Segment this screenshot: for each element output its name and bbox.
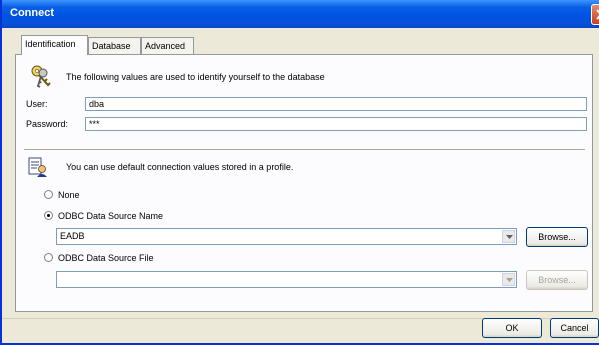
dsn-combo[interactable]: EADB: [56, 228, 517, 245]
connect-dialog: Connect Identification Database Advanced…: [0, 0, 599, 345]
radio-odbc-file-label[interactable]: ODBC Data Source File: [58, 253, 154, 263]
chevron-down-icon: [506, 278, 513, 282]
cancel-button[interactable]: Cancel: [550, 318, 599, 338]
tab-database[interactable]: Database: [88, 37, 141, 54]
tab-advanced[interactable]: Advanced: [141, 37, 194, 54]
profile-document-icon: [28, 157, 47, 177]
close-icon: [596, 9, 599, 20]
window-title: Connect: [10, 7, 54, 19]
section-divider: [24, 149, 585, 151]
radio-none-label[interactable]: None: [58, 190, 80, 200]
user-label: User:: [26, 99, 48, 109]
dsn-file-combo[interactable]: [56, 271, 517, 288]
radio-odbc-file[interactable]: [44, 253, 53, 262]
profile-description: You can use default connection values st…: [66, 162, 294, 172]
identification-description: The following values are used to identif…: [66, 72, 325, 82]
user-field[interactable]: dba: [85, 97, 587, 111]
ok-button[interactable]: OK: [482, 318, 542, 338]
title-bar[interactable]: Connect: [2, 0, 599, 28]
keys-icon: [31, 65, 51, 88]
browse-file-button[interactable]: Browse...: [526, 270, 588, 290]
radio-none[interactable]: [44, 190, 53, 199]
dsn-file-dropdown-button[interactable]: [502, 273, 515, 286]
chevron-down-icon: [506, 235, 513, 239]
password-field[interactable]: ***: [85, 117, 587, 131]
radio-odbc-dsn[interactable]: [44, 211, 53, 220]
radio-selected-dot: [47, 214, 50, 217]
close-button[interactable]: [591, 4, 599, 25]
browse-dsn-button[interactable]: Browse...: [526, 227, 588, 247]
password-label: Password:: [26, 119, 69, 129]
dsn-value: EADB: [60, 231, 85, 241]
radio-odbc-dsn-label[interactable]: ODBC Data Source Name: [58, 211, 163, 221]
tab-identification[interactable]: Identification: [21, 35, 88, 55]
dsn-dropdown-button[interactable]: [502, 230, 515, 243]
